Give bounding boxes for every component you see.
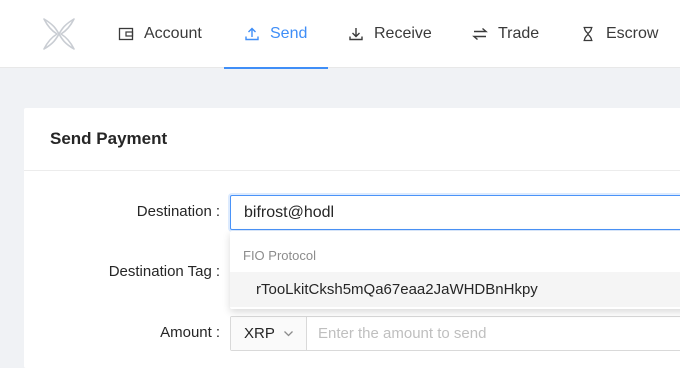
- nav-tab-trade[interactable]: Trade: [472, 0, 539, 68]
- nav-tab-send-label: Send: [270, 25, 308, 42]
- swap-icon: [472, 27, 488, 41]
- currency-select-value: XRP: [244, 325, 275, 342]
- wallet-icon: [118, 27, 134, 41]
- amount-input[interactable]: Enter the amount to send: [307, 325, 486, 342]
- currency-select[interactable]: XRP: [231, 317, 307, 350]
- nav-tab-escrow-label: Escrow: [606, 25, 659, 42]
- destination-label: Destination:: [136, 203, 220, 220]
- top-navigation-bar: Account Send Receive Trade Escrow: [0, 0, 680, 69]
- destination-input-value: bifrost@hodl: [244, 203, 335, 221]
- destination-input[interactable]: bifrost@hodl: [230, 195, 680, 230]
- nav-tab-send[interactable]: Send: [224, 0, 328, 69]
- nav-tab-escrow[interactable]: Escrow: [580, 0, 658, 68]
- nav-tab-receive-label: Receive: [374, 25, 432, 42]
- hourglass-icon: [583, 26, 593, 42]
- bifrost-logo-icon: [43, 18, 75, 50]
- upload-icon: [245, 27, 259, 41]
- nav-tab-receive[interactable]: Receive: [348, 0, 432, 68]
- chevron-down-icon: [283, 331, 293, 337]
- autocomplete-group-label: FIO Protocol: [243, 248, 316, 263]
- autocomplete-option[interactable]: rTooLkitCksh5mQa67eaa2JaWHDBnHkpy: [230, 272, 680, 307]
- amount-input-group: XRP Enter the amount to send: [230, 316, 680, 351]
- nav-tab-account-label: Account: [144, 25, 202, 42]
- nav-tab-trade-label: Trade: [498, 25, 540, 42]
- nav-tab-account[interactable]: Account: [118, 0, 202, 68]
- card-title: Send Payment: [24, 108, 680, 171]
- destination-tag-label: Destination Tag:: [108, 263, 220, 280]
- download-icon: [349, 28, 363, 41]
- autocomplete-option-label: rTooLkitCksh5mQa67eaa2JaWHDBnHkpy: [256, 281, 538, 298]
- autocomplete-dropdown: FIO Protocol rTooLkitCksh5mQa67eaa2JaWHD…: [230, 231, 680, 309]
- amount-label: Amount:: [160, 324, 220, 341]
